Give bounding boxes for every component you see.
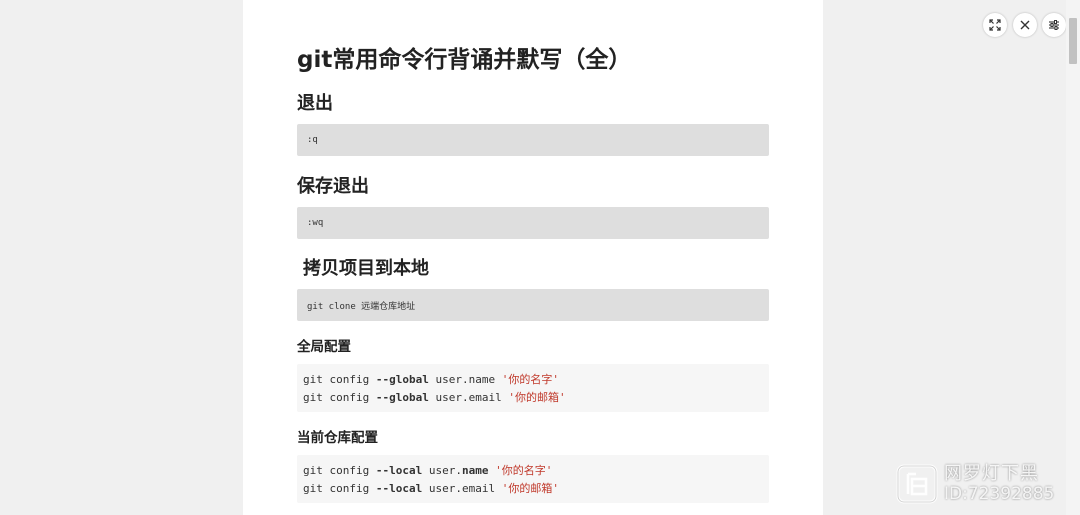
section-heading-clone: 拷贝项目到本地 — [303, 258, 429, 279]
code-line: git config --local user.name '你的名字' — [303, 462, 763, 480]
code-text-clone: git clone 远端仓库地址 — [307, 301, 416, 312]
code-box-clone: git clone 远端仓库地址 — [297, 289, 769, 321]
code-text-save-quit: :wq — [307, 218, 324, 228]
watermark: 网罗灯下黑 ID:72392885 — [896, 462, 1080, 506]
close-icon — [1020, 20, 1030, 30]
watermark-name: 网罗灯下黑 — [944, 463, 1039, 484]
global-config-code: git config --global user.name '你的名字' git… — [297, 364, 769, 412]
code-flag: --local — [375, 464, 423, 477]
code-cmd: git config — [303, 373, 376, 386]
code-line: git config --global user.email '你的邮箱' — [303, 389, 763, 407]
code-cmd: git config — [303, 482, 376, 495]
code-text-quit: :q — [307, 135, 318, 145]
code-key: user. — [422, 464, 462, 477]
code-key: user. — [422, 482, 462, 495]
close-button[interactable] — [1013, 13, 1037, 37]
code-key: user.email — [428, 391, 509, 404]
expand-icon — [989, 19, 1001, 31]
code-key-bold: name — [461, 464, 489, 477]
code-cmd: git config — [303, 391, 376, 404]
code-line: git config --global user.name '你的名字' — [303, 371, 763, 389]
watermark-logo-icon — [896, 464, 938, 504]
local-config-code: git config --local user.name '你的名字' git … — [297, 455, 769, 503]
settings-button[interactable] — [1042, 13, 1066, 37]
code-cmd: git config — [303, 464, 376, 477]
fullscreen-button[interactable] — [983, 13, 1007, 37]
article-page: git常用命令行背诵并默写（全） 退出 :q 保存退出 :wq 拷贝项目到本地 … — [243, 0, 823, 515]
code-box-save-quit: :wq — [297, 207, 769, 239]
section-heading-save-quit: 保存退出 — [297, 176, 369, 197]
code-box-quit: :q — [297, 124, 769, 156]
scrollbar-thumb[interactable] — [1069, 18, 1077, 64]
local-config-heading: 当前仓库配置 — [297, 430, 378, 446]
code-string: '你的邮箱' — [501, 482, 559, 495]
code-flag: --global — [375, 391, 429, 404]
code-key-plain: email — [461, 482, 496, 495]
sliders-icon — [1049, 20, 1059, 30]
code-flag: --global — [375, 373, 429, 386]
code-flag: --local — [375, 482, 423, 495]
global-config-heading: 全局配置 — [297, 339, 351, 355]
article-title: git常用命令行背诵并默写（全） — [297, 47, 632, 73]
code-string: '你的名字' — [495, 464, 553, 477]
code-string: '你的邮箱' — [508, 391, 566, 404]
code-string: '你的名字' — [501, 373, 559, 386]
watermark-id: ID:72392885 — [944, 484, 1055, 504]
scrollbar[interactable] — [1066, 0, 1080, 515]
section-heading-quit: 退出 — [297, 93, 333, 114]
code-key: user.name — [428, 373, 502, 386]
code-line: git config --local user.email '你的邮箱' — [303, 480, 763, 498]
